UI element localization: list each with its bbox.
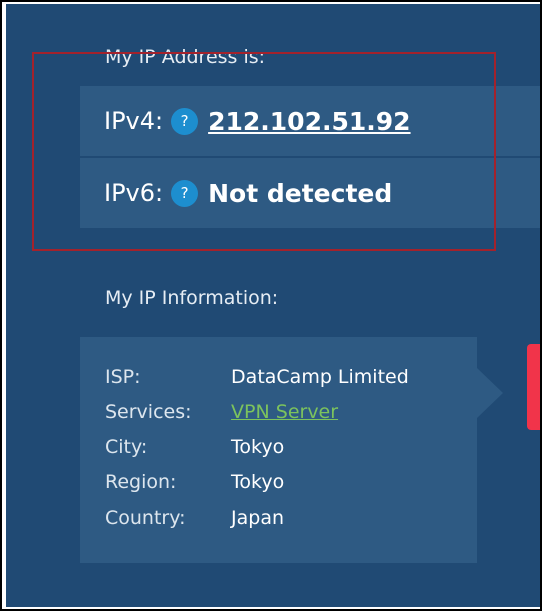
ip-panel: My IP Address is: IPv4: ? 212.102.51.92 …: [6, 4, 540, 607]
services-key: Services:: [105, 401, 192, 423]
ipv6-value: Not detected: [208, 178, 393, 208]
ipv6-label: IPv6:: [104, 179, 164, 207]
ip-address-title: My IP Address is:: [105, 46, 266, 68]
info-box-pointer: [477, 368, 503, 418]
country-value: Japan: [231, 507, 285, 529]
ipv6-help-icon[interactable]: ?: [171, 179, 199, 207]
ipv4-label: IPv4:: [104, 107, 164, 135]
region-value: Tokyo: [231, 471, 285, 493]
isp-value: DataCamp Limited: [231, 366, 409, 388]
ip-information-box: ISP: DataCamp Limited Services: VPN Serv…: [80, 337, 477, 563]
screenshot-frame: My IP Address is: IPv4: ? 212.102.51.92 …: [0, 0, 542, 611]
region-key: Region:: [105, 471, 177, 493]
isp-key: ISP:: [105, 366, 141, 388]
ipv4-value-link[interactable]: 212.102.51.92: [208, 107, 410, 136]
info-row-city: City: Tokyo: [105, 436, 284, 458]
country-key: Country:: [105, 507, 186, 529]
ipv6-row: IPv6: ? Not detected: [80, 158, 540, 228]
info-row-isp: ISP: DataCamp Limited: [105, 366, 409, 388]
ipv4-row: IPv4: ? 212.102.51.92: [80, 86, 540, 156]
info-row-services: Services: VPN Server: [105, 401, 338, 423]
city-key: City:: [105, 436, 148, 458]
services-value-link[interactable]: VPN Server: [231, 401, 338, 423]
city-value: Tokyo: [231, 436, 285, 458]
ipv4-help-icon[interactable]: ?: [171, 107, 199, 135]
side-feedback-tab[interactable]: [527, 344, 540, 430]
info-row-region: Region: Tokyo: [105, 471, 284, 493]
info-row-country: Country: Japan: [105, 507, 284, 529]
ip-information-title: My IP Information:: [105, 287, 279, 309]
